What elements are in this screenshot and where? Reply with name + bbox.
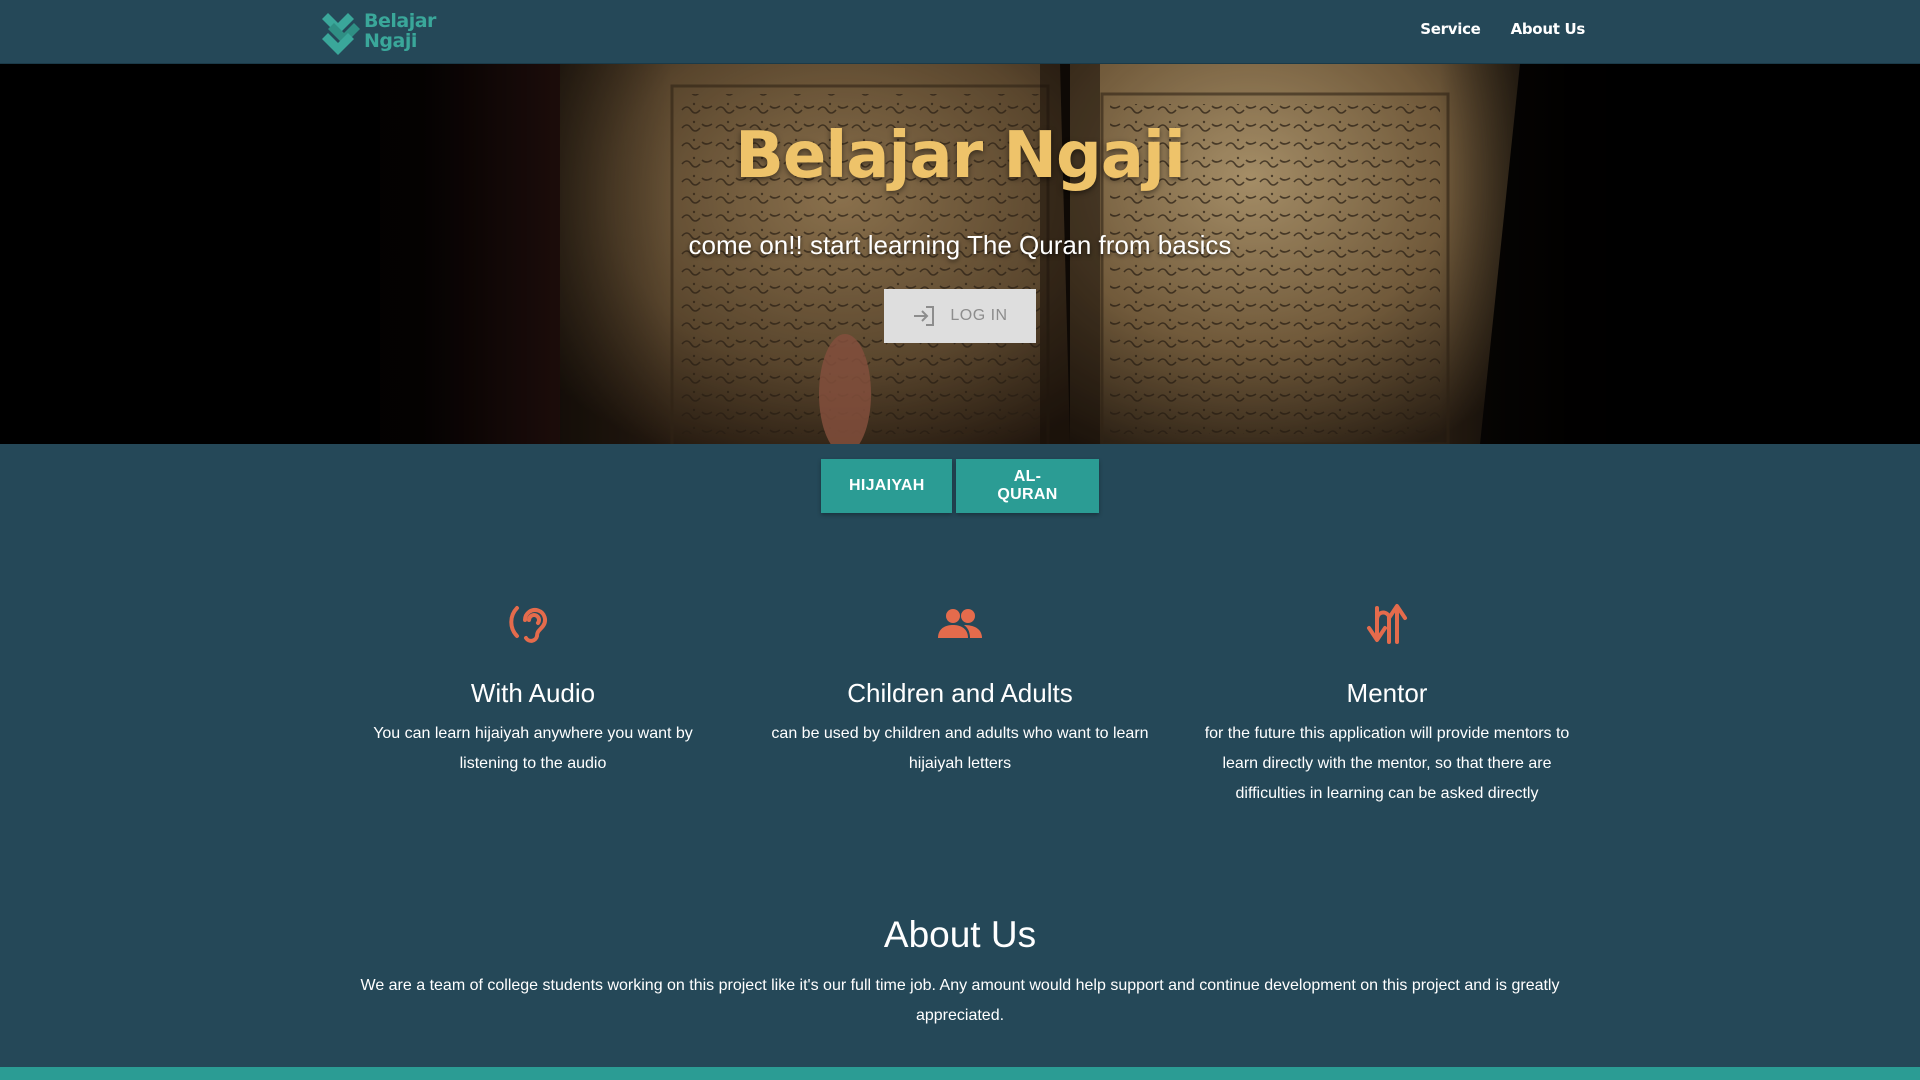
login-button[interactable]: LOG IN: [884, 289, 1036, 343]
logo-line-1: Belajar: [364, 10, 436, 32]
brand-logo[interactable]: Belajar Ngaji: [322, 6, 436, 56]
tab-hijaiyah[interactable]: HIJAIYAH: [821, 459, 952, 513]
login-icon: [914, 306, 935, 326]
nav-links: Service About Us: [1420, 20, 1585, 38]
hero-title: Belajar Ngaji: [735, 119, 1186, 193]
feature-description: You can learn hijaiyah anywhere you want…: [373, 725, 693, 772]
feature-mentor: Mentor for the future this application w…: [1187, 596, 1587, 809]
feature-description: for the future this application will pro…: [1204, 725, 1570, 802]
login-button-label: LOG IN: [950, 307, 1008, 324]
ear-icon: [509, 606, 547, 643]
people-icon: [938, 609, 982, 638]
logo-text: Belajar Ngaji: [364, 11, 436, 51]
swap-arrows-icon: [1367, 604, 1407, 644]
feature-title: With Audio: [470, 678, 596, 708]
nav-link-about-us[interactable]: About Us: [1511, 20, 1586, 38]
feature-children-and-adults: Children and Adults can be used by child…: [760, 596, 1160, 779]
about-us-text: We are a team of college students workin…: [360, 977, 1560, 1024]
navbar: Belajar Ngaji Service About Us: [0, 0, 1920, 64]
feature-description: can be used by children and adults who w…: [771, 725, 1149, 772]
features-section: With Audio You can learn hijaiyah anywhe…: [0, 596, 1920, 856]
nav-link-service[interactable]: Service: [1420, 20, 1481, 38]
logo-line-2: Ngaji: [364, 30, 417, 52]
feature-title: Children and Adults: [847, 678, 1073, 708]
tab-al-quran[interactable]: AL-QURAN: [956, 459, 1099, 513]
feature-title: Mentor: [1346, 678, 1428, 708]
about-us-heading: About Us: [883, 914, 1037, 955]
footer-bar: [0, 1067, 1920, 1080]
category-tabs: HIJAIYAH AL-QURAN: [0, 459, 1920, 513]
logo-mark-icon: [322, 13, 360, 55]
hero-subtitle: come on!! start learning The Quran from …: [688, 230, 1232, 260]
feature-with-audio: With Audio You can learn hijaiyah anywhe…: [333, 596, 733, 779]
hero-banner: Belajar Ngaji come on!! start learning T…: [0, 64, 1920, 444]
